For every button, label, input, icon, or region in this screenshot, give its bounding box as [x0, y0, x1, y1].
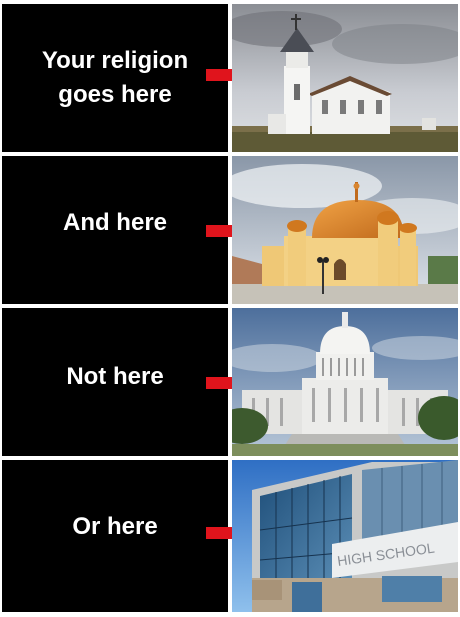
high-school-photo: HIGH SCHOOL — [232, 460, 458, 612]
meme-row-mosque: And here — [0, 156, 460, 304]
church-photo — [232, 4, 458, 152]
meme-row-high-school: Or here HIGH SCHOOL — [0, 460, 460, 612]
caption: Or here — [72, 513, 158, 540]
meme-row-church: Your religion goes here — [0, 4, 460, 152]
meme-row-capitol: Not here — [0, 308, 460, 456]
capitol-photo — [232, 308, 458, 456]
caption-panel: Not here — [2, 308, 228, 456]
caption-panel: Or here — [2, 460, 228, 612]
caption: And here — [62, 209, 167, 236]
caption-panel: And here — [2, 156, 228, 304]
caption-panel: Your religion goes here — [2, 4, 228, 152]
caption-line-1: Your religion — [41, 47, 189, 74]
caption: Not here — [66, 363, 164, 390]
caption-line-2: goes here — [58, 81, 172, 108]
mosque-photo — [232, 156, 458, 304]
